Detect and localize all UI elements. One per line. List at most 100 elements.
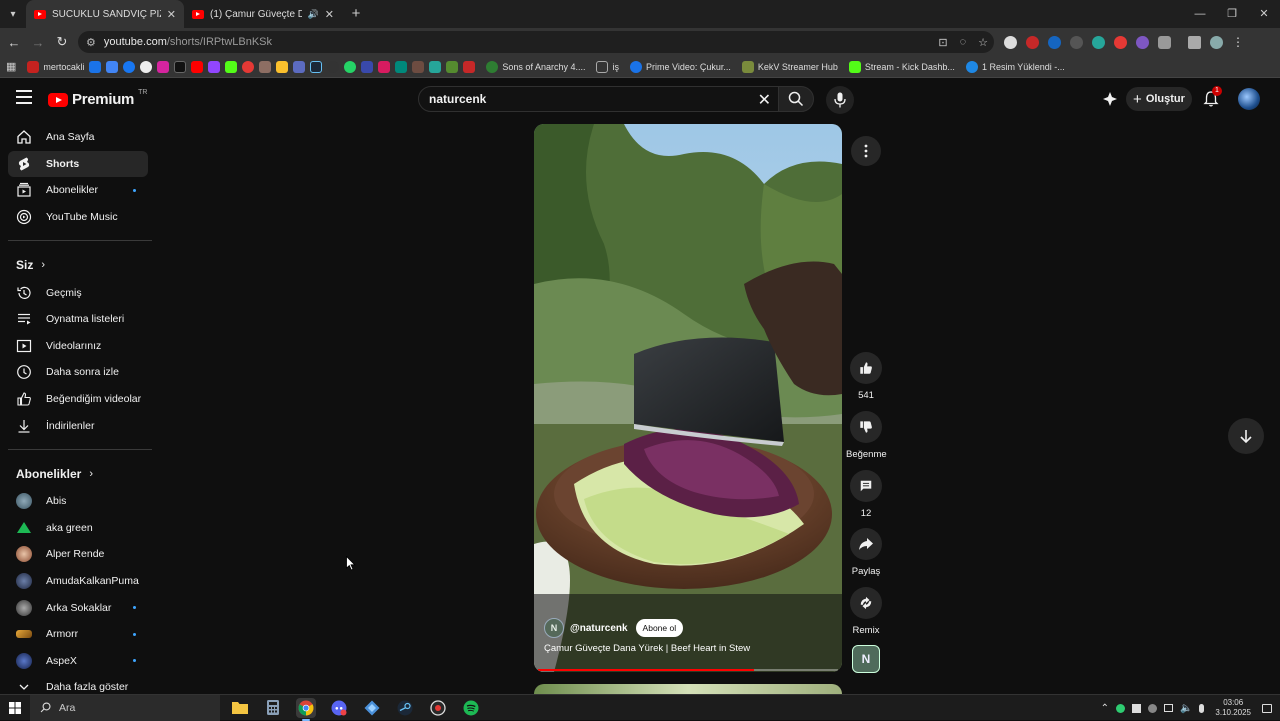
app-icon[interactable] <box>428 698 448 718</box>
chevron-up-icon[interactable]: ⌃ <box>1101 703 1109 714</box>
subscription-channel[interactable]: aka green <box>8 515 148 542</box>
subscription-channel[interactable]: Arka Sokaklar <box>8 594 148 621</box>
sidebar-item-history[interactable]: Geçmiş <box>8 279 148 306</box>
subscription-channel[interactable]: Alper Rende <box>8 541 148 568</box>
apps-grid-icon[interactable]: ▦ <box>6 60 16 73</box>
youtube-icon[interactable] <box>191 60 204 73</box>
taskbar-search[interactable]: Ara <box>30 694 220 721</box>
minimize-icon[interactable]: — <box>1184 0 1216 28</box>
audio-source-thumbnail[interactable]: N <box>852 645 880 673</box>
bookmark-icon[interactable] <box>89 60 102 73</box>
menu-icon[interactable] <box>16 90 32 104</box>
calculator-icon[interactable] <box>263 698 283 718</box>
sidebar-item-downloads[interactable]: İndirilenler <box>8 412 148 439</box>
address-bar[interactable]: ⚙ youtube.com/shorts/IRPtwLBnKSk ⊡ ◌ ☆ <box>78 31 994 53</box>
steam-icon[interactable] <box>310 60 323 73</box>
extension-icon[interactable] <box>1136 35 1149 49</box>
bookmark-item[interactable]: KekV Streamer Hub <box>741 60 838 73</box>
x-icon[interactable] <box>174 60 187 73</box>
whatsapp-icon[interactable] <box>344 60 357 73</box>
bookmark-icon[interactable] <box>429 60 442 73</box>
bookmark-item[interactable]: Stream - Kick Dashb... <box>848 60 955 73</box>
extension-icon[interactable] <box>1004 35 1017 49</box>
channel-avatar[interactable]: N <box>544 618 564 638</box>
sidebar-item-your-videos[interactable]: Videolarınız <box>8 333 148 360</box>
more-options-button[interactable] <box>851 136 881 166</box>
like-button[interactable] <box>850 352 882 384</box>
shorts-video-player[interactable]: N @naturcenk Abone ol Çamur Güveçte Dana… <box>534 124 842 672</box>
cast-icon[interactable] <box>1102 91 1118 107</box>
taskbar-clock[interactable]: 03:06 3.10.2025 <box>1215 698 1251 718</box>
close-window-icon[interactable]: ✕ <box>1248 0 1280 28</box>
notification-center-icon[interactable] <box>1262 703 1272 713</box>
file-explorer-icon[interactable] <box>230 698 250 718</box>
sidebar-item-shorts[interactable]: Shorts <box>8 150 148 178</box>
steam-icon[interactable] <box>395 698 415 718</box>
close-tab-icon[interactable]: ✕ <box>325 8 334 21</box>
bookmark-item[interactable]: 1 Resim Yüklendi -... <box>965 60 1065 73</box>
sidebar-item-playlists[interactable]: Oynatma listeleri <box>8 306 148 333</box>
sidebar-item-liked-videos[interactable]: Beğendiğim videolar <box>8 386 148 413</box>
extension-icon[interactable] <box>1070 35 1083 49</box>
subscription-channel[interactable]: Abis <box>8 488 148 515</box>
bookmark-icon[interactable] <box>395 60 408 73</box>
bookmark-icon[interactable] <box>259 60 272 73</box>
app-icon[interactable] <box>362 698 382 718</box>
sidebar-item-subscriptions[interactable]: Abonelikler <box>8 177 148 204</box>
github-icon[interactable] <box>327 60 340 73</box>
bookmark-icon[interactable] <box>242 60 255 73</box>
bookmark-star-icon[interactable]: ☆ <box>978 36 988 49</box>
eye-off-icon[interactable]: ◌ <box>960 36 967 48</box>
subscription-channel[interactable]: AspeX <box>8 648 148 675</box>
voice-search-button[interactable] <box>826 86 854 114</box>
video-progress-bar[interactable] <box>538 669 838 671</box>
sidebar-subscriptions-heading[interactable]: Abonelikler › <box>0 460 156 488</box>
sidebar-item-home[interactable]: Ana Sayfa <box>8 124 148 151</box>
bookmark-item[interactable]: Prime Video: Çukur... <box>629 60 731 73</box>
clear-search-icon[interactable]: ✕ <box>758 90 771 110</box>
tab-search-icon[interactable]: ▾ <box>0 9 26 20</box>
menu-dots-icon[interactable]: ⋮ <box>1232 35 1244 49</box>
subscribe-button[interactable]: Abone ol <box>635 619 684 637</box>
google-icon[interactable] <box>140 60 153 73</box>
comments-button[interactable] <box>850 470 882 502</box>
sidebar-item-youtube-music[interactable]: YouTube Music <box>8 204 148 231</box>
back-icon[interactable]: ← <box>2 35 26 50</box>
bookmark-icon[interactable] <box>446 60 459 73</box>
short-title[interactable]: Çamur Güveçte Dana Yürek | Beef Heart in… <box>544 643 750 654</box>
discord-icon[interactable] <box>329 698 349 718</box>
facebook-icon[interactable] <box>123 60 136 73</box>
next-short-button[interactable] <box>1228 418 1264 454</box>
media-control-icon[interactable] <box>1188 35 1201 49</box>
bookmark-icon[interactable] <box>463 60 476 73</box>
volume-icon[interactable]: 🔈 <box>1180 703 1192 714</box>
new-tab-button[interactable]: + <box>346 4 366 24</box>
sidebar-you-heading[interactable]: Siz › <box>0 251 156 279</box>
bookmark-icon[interactable] <box>293 60 306 73</box>
puzzle-icon[interactable] <box>1158 35 1171 49</box>
close-tab-icon[interactable]: ✕ <box>167 8 176 21</box>
bookmark-icon[interactable] <box>106 60 119 73</box>
account-avatar[interactable] <box>1238 88 1260 110</box>
twitch-icon[interactable] <box>208 60 221 73</box>
restore-icon[interactable]: ❐ <box>1216 0 1248 28</box>
forward-icon[interactable]: → <box>26 35 50 50</box>
browser-tab-1[interactable]: SUCUKLU SANDVİÇ PİZZA 🍕 | ✕ <box>26 0 184 28</box>
chrome-icon[interactable] <box>296 697 316 721</box>
microphone-icon[interactable] <box>1199 703 1205 713</box>
profile-icon[interactable] <box>1210 35 1223 49</box>
bookmark-icon[interactable] <box>361 60 374 73</box>
install-app-icon[interactable]: ⊡ <box>938 36 947 49</box>
extension-icon[interactable] <box>1092 35 1105 49</box>
search-input[interactable]: naturcenk ✕ <box>418 86 780 112</box>
tray-app-icon[interactable] <box>1147 703 1157 713</box>
sidebar-item-watch-later[interactable]: Daha sonra izle <box>8 359 148 386</box>
search-button[interactable] <box>778 86 814 112</box>
bookmark-icon[interactable] <box>276 60 289 73</box>
spotify-icon[interactable] <box>461 698 481 718</box>
reload-icon[interactable]: ↻ <box>50 34 74 50</box>
bookmark-icon[interactable] <box>412 60 425 73</box>
remix-button[interactable] <box>850 587 882 619</box>
start-button[interactable] <box>0 701 30 714</box>
channel-handle[interactable]: @naturcenk <box>570 623 628 634</box>
